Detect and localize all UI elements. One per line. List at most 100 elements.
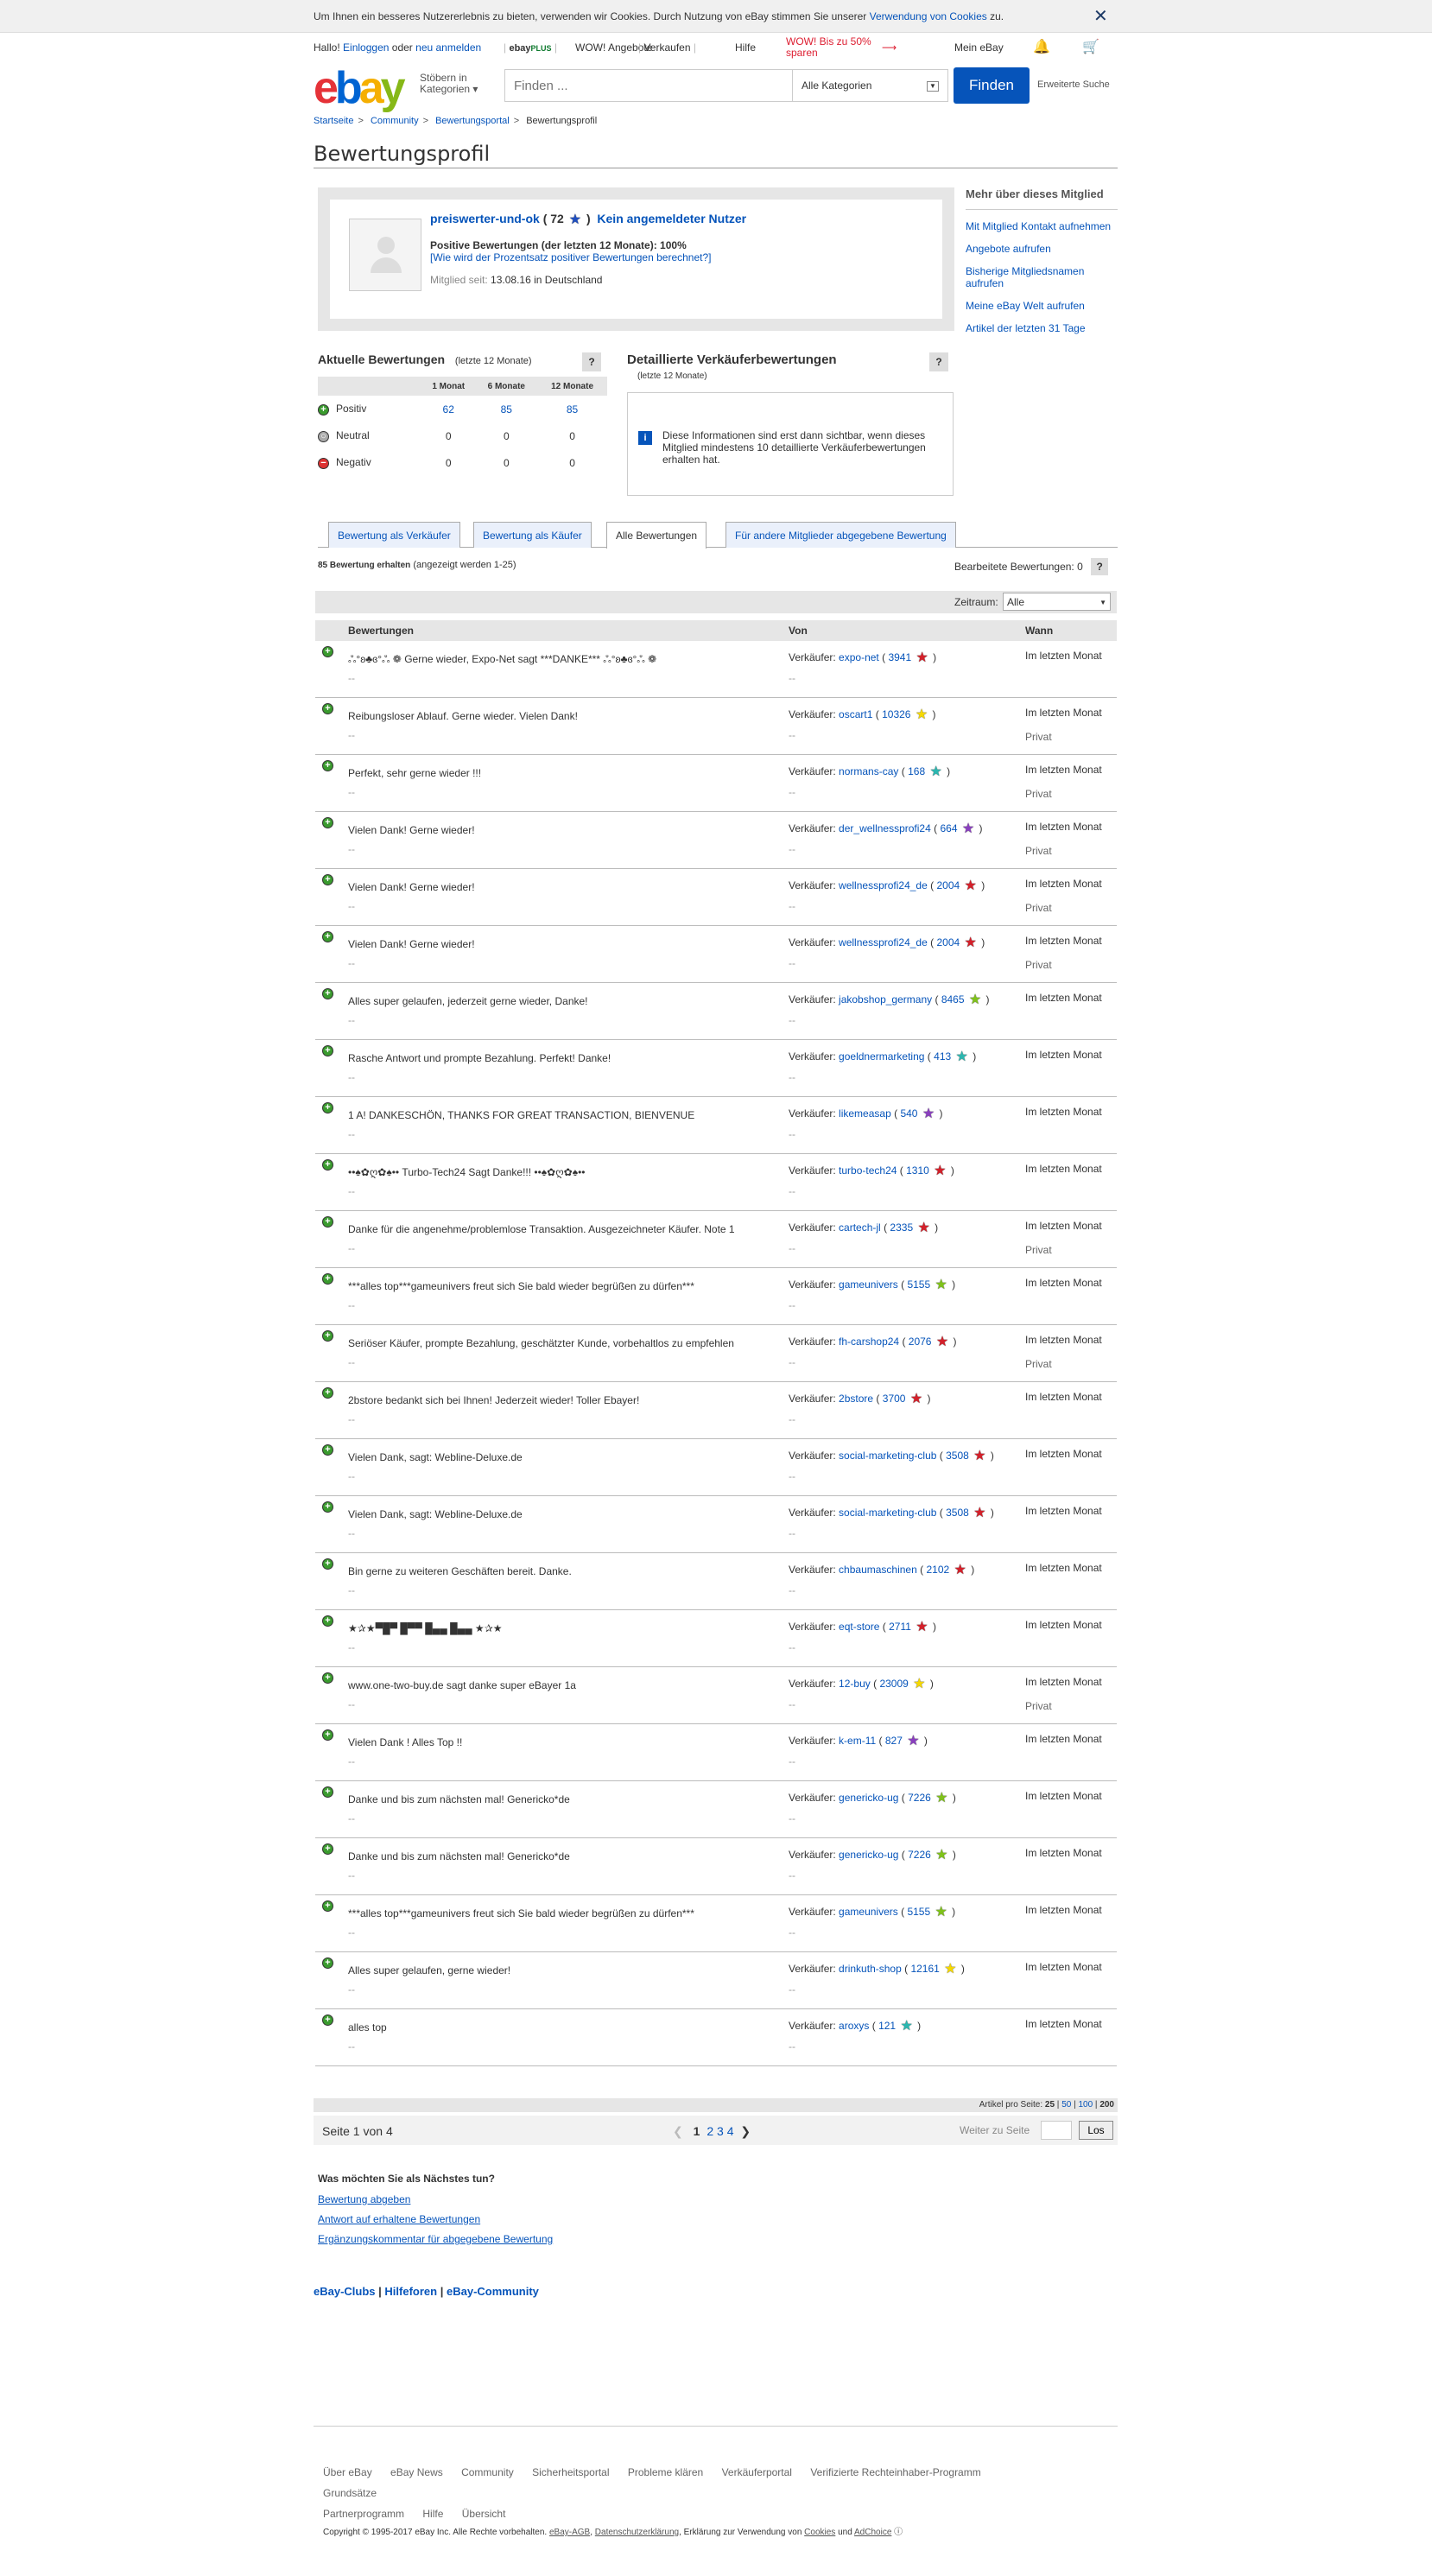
footer-vero[interactable]: Verifizierte Rechteinhaber-Programm xyxy=(810,2466,980,2478)
promo-banner[interactable]: WOW! Bis zu 50% sparen xyxy=(786,36,871,59)
seller-link[interactable]: drinkuth-shop xyxy=(839,1963,902,1975)
footer-news[interactable]: eBay News xyxy=(390,2466,443,2478)
username-link[interactable]: preiswerter-und-ok xyxy=(430,212,540,225)
seller-score-link[interactable]: 413 xyxy=(934,1050,951,1063)
footer-policies[interactable]: Grundsätze xyxy=(323,2487,377,2499)
seller-score-link[interactable]: 168 xyxy=(908,765,925,777)
breadcrumb-community[interactable]: Community xyxy=(371,116,419,126)
search-input[interactable] xyxy=(504,69,793,102)
seller-score-link[interactable]: 7226 xyxy=(908,1849,931,1861)
bell-icon[interactable]: 🔔 xyxy=(1033,38,1050,55)
seller-score-link[interactable]: 3508 xyxy=(946,1507,969,1519)
seller-link[interactable]: gameunivers xyxy=(839,1278,898,1291)
sidebar-contact-member[interactable]: Mit Mitglied Kontakt aufnehmen xyxy=(966,220,1118,232)
help-icon[interactable]: ? xyxy=(582,352,601,371)
calculation-help-link[interactable]: [Wie wird der Prozentsatz positiver Bewe… xyxy=(430,251,712,263)
myebay-link[interactable]: Mein eBay xyxy=(954,41,1004,54)
footer-about[interactable]: Über eBay xyxy=(323,2466,372,2478)
seller-link[interactable]: likemeasap xyxy=(839,1107,891,1120)
seller-score-link[interactable]: 23009 xyxy=(879,1678,908,1690)
seller-score-link[interactable]: 12161 xyxy=(910,1963,939,1975)
seller-link[interactable]: fh-carshop24 xyxy=(839,1336,899,1348)
seller-score-link[interactable]: 2102 xyxy=(926,1564,949,1576)
seller-score-link[interactable]: 664 xyxy=(940,822,957,834)
sidebar-items-31-days[interactable]: Artikel der letzten 31 Tage xyxy=(966,322,1118,334)
seller-link[interactable]: jakobshop_germany xyxy=(839,993,932,1006)
seller-score-link[interactable]: 1310 xyxy=(906,1164,929,1177)
category-select[interactable]: Alle Kategorien ▼ xyxy=(793,69,948,102)
seller-score-link[interactable]: 2004 xyxy=(936,936,960,949)
seller-link[interactable]: wellnessprofi24_de xyxy=(839,936,928,949)
seller-link[interactable]: goeldnermarketing xyxy=(839,1050,924,1063)
leave-feedback-link[interactable]: Bewertung abgeben xyxy=(318,2193,553,2205)
seller-score-link[interactable]: 540 xyxy=(900,1107,917,1120)
sell-link[interactable]: | Verkaufen | xyxy=(638,41,696,54)
breadcrumb-feedback-portal[interactable]: Bewertungsportal xyxy=(435,116,510,126)
tab-left-for-others[interactable]: Für andere Mitglieder abgegebene Bewertu… xyxy=(726,522,956,548)
find-button[interactable]: Finden xyxy=(954,67,1030,104)
browse-categories-button[interactable]: Stöbern in Kategorien ▾ xyxy=(420,73,478,95)
page-3[interactable]: 3 xyxy=(717,2124,724,2138)
cookie-policy-link[interactable]: Verwendung von Cookies xyxy=(870,10,987,22)
seller-score-link[interactable]: 2076 xyxy=(909,1336,932,1348)
ebay-logo[interactable]: ebay xyxy=(314,64,406,112)
seller-score-link[interactable]: 5155 xyxy=(907,1906,930,1918)
footer-security[interactable]: Sicherheitsportal xyxy=(532,2466,609,2478)
reply-feedback-link[interactable]: Antwort auf erhaltene Bewertungen xyxy=(318,2213,553,2225)
seller-link[interactable]: genericko-ug xyxy=(839,1792,898,1804)
agb-link[interactable]: eBay-AGB xyxy=(549,2528,590,2537)
page-4[interactable]: 4 xyxy=(727,2124,734,2138)
tab-as-seller[interactable]: Bewertung als Verkäufer xyxy=(328,522,460,548)
tab-all-feedback[interactable]: Alle Bewertungen xyxy=(606,522,707,549)
seller-link[interactable]: der_wellnessprofi24 xyxy=(839,822,931,834)
footer-sitemap[interactable]: Übersicht xyxy=(462,2508,506,2520)
seller-link[interactable]: genericko-ug xyxy=(839,1849,898,1861)
privacy-link[interactable]: Datenschutzerklärung xyxy=(595,2528,679,2537)
seller-link[interactable]: normans-cay xyxy=(839,765,898,777)
seller-link[interactable]: k-em-11 xyxy=(839,1735,876,1747)
ebay-community-link[interactable]: eBay-Community xyxy=(447,2285,539,2298)
advanced-search-link[interactable]: Erweiterte Suche xyxy=(1037,79,1110,90)
cart-icon[interactable]: 🛒 xyxy=(1082,38,1099,55)
footer-affiliate[interactable]: Partnerprogramm xyxy=(323,2508,404,2520)
seller-score-link[interactable]: 2004 xyxy=(936,879,960,891)
seller-score-link[interactable]: 121 xyxy=(878,2020,896,2032)
adchoice-link[interactable]: AdChoice xyxy=(854,2528,891,2537)
help-icon[interactable]: ? xyxy=(929,352,948,371)
help-link[interactable]: Hilfe xyxy=(735,41,756,54)
sidebar-view-listings[interactable]: Angebote aufrufen xyxy=(966,243,1118,255)
close-icon[interactable]: ✕ xyxy=(1093,5,1108,27)
seller-score-link[interactable]: 5155 xyxy=(907,1278,930,1291)
seller-link[interactable]: gameunivers xyxy=(839,1906,898,1918)
sidebar-previous-names[interactable]: Bisherige Mitgliedsnamen aufrufen xyxy=(966,265,1118,289)
login-link[interactable]: Einloggen xyxy=(343,41,389,54)
per-page-50[interactable]: 50 xyxy=(1061,2100,1071,2110)
seller-score-link[interactable]: 2711 xyxy=(889,1621,911,1633)
footer-community[interactable]: Community xyxy=(461,2466,514,2478)
not-logged-in-link[interactable]: Kein angemeldeter Nutzer xyxy=(597,212,746,225)
seller-link[interactable]: turbo-tech24 xyxy=(839,1164,897,1177)
next-page-icon[interactable]: ❯ xyxy=(740,2124,751,2138)
followup-comment-link[interactable]: Ergänzungskommentar für abgegebene Bewer… xyxy=(318,2233,553,2245)
seller-score-link[interactable]: 2335 xyxy=(890,1221,913,1234)
ebay-plus-link[interactable]: | ebayPLUS | xyxy=(504,41,557,54)
seller-score-link[interactable]: 3941 xyxy=(888,651,911,663)
seller-link[interactable]: 2bstore xyxy=(839,1393,873,1405)
seller-score-link[interactable]: 7226 xyxy=(908,1792,931,1804)
timeframe-select[interactable]: Alle ▼ xyxy=(1003,593,1111,611)
seller-link[interactable]: 12-buy xyxy=(839,1678,871,1690)
seller-link[interactable]: cartech-jl xyxy=(839,1221,881,1234)
sidebar-my-world[interactable]: Meine eBay Welt aufrufen xyxy=(966,300,1118,312)
seller-link[interactable]: eqt-store xyxy=(839,1621,879,1633)
footer-seller-portal[interactable]: Verkäuferportal xyxy=(722,2466,792,2478)
seller-link[interactable]: oscart1 xyxy=(839,708,872,720)
positive-12m-link[interactable]: 85 xyxy=(567,403,578,416)
ebay-clubs-link[interactable]: eBay-Clubs xyxy=(314,2285,376,2298)
positive-1m-link[interactable]: 62 xyxy=(443,403,454,416)
seller-score-link[interactable]: 8465 xyxy=(941,993,965,1006)
seller-score-link[interactable]: 10326 xyxy=(882,708,910,720)
seller-link[interactable]: expo-net xyxy=(839,651,879,663)
prev-page-icon[interactable]: ❮ xyxy=(673,2124,683,2138)
per-page-25[interactable]: 25 xyxy=(1045,2100,1055,2110)
seller-score-link[interactable]: 3508 xyxy=(946,1450,969,1462)
